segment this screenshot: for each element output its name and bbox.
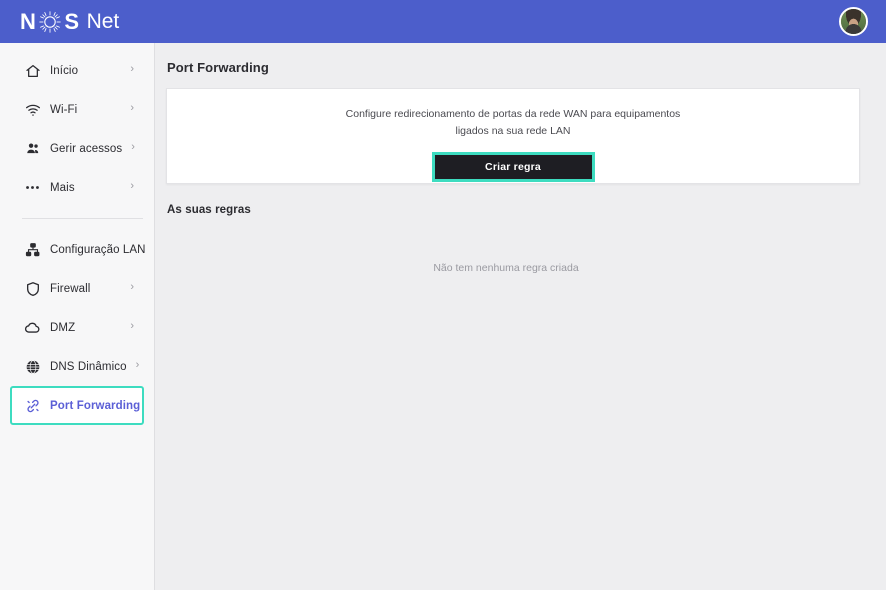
chevron-right-icon: › — [130, 63, 134, 75]
rules-section-title: As suas regras — [167, 204, 251, 216]
ellipsis-icon — [24, 179, 41, 196]
chevron-right-icon: › — [130, 102, 134, 114]
sidebar-item-label: DNS Dinâmico — [50, 360, 127, 373]
globe-icon — [24, 358, 41, 375]
sidebar-item-mais[interactable]: Mais › — [10, 168, 144, 207]
card-description: Configure redirecionamento de portas da … — [345, 108, 681, 138]
sidebar-item-gerir-acessos[interactable]: Gerir acessos › — [10, 129, 144, 168]
sidebar: Início › Wi-Fi › Gerir acessos › Mais › — [0, 43, 158, 590]
avatar-photo — [841, 9, 866, 34]
chevron-right-icon: › — [130, 320, 134, 332]
brand-suffix: Net — [86, 10, 120, 33]
rules-empty-state: Não tem nenhuma regra criada — [433, 262, 579, 274]
sidebar-item-label: Port Forwarding — [50, 399, 141, 412]
brand-logo[interactable]: N S Net — [20, 10, 119, 34]
cloud-icon — [24, 319, 41, 336]
sidebar-item-label: Gerir acessos — [50, 142, 123, 155]
sidebar-item-inicio[interactable]: Início › — [10, 51, 144, 90]
sidebar-divider — [22, 218, 143, 219]
sidebar-item-label: Firewall — [50, 282, 91, 295]
sidebar-group-network: Configuração LAN › Firewall › DMZ › DNS … — [0, 230, 158, 425]
top-header-bar: N S Net — [0, 0, 886, 43]
sidebar-item-dns-dinamico[interactable]: DNS Dinâmico › — [10, 347, 144, 386]
sidebar-item-label: DMZ — [50, 321, 76, 334]
sidebar-item-label: Wi-Fi — [50, 103, 78, 116]
brand-letter-s: S — [64, 8, 80, 34]
chevron-right-icon: › — [135, 359, 140, 371]
sidebar-item-label: Configuração LAN — [50, 243, 146, 256]
sitemap-icon — [24, 241, 41, 258]
sidebar-item-label: Início — [50, 64, 79, 77]
sidebar-group-primary: Início › Wi-Fi › Gerir acessos › Mais › — [0, 43, 154, 207]
main-content: Port Forwarding Configure redirecionamen… — [155, 43, 886, 590]
chevron-right-icon: › — [130, 180, 134, 192]
nos-sunburst-circle-icon — [38, 10, 62, 34]
shield-icon — [24, 280, 41, 297]
chevron-right-icon: › — [131, 141, 135, 153]
sidebar-item-wifi[interactable]: Wi-Fi › — [10, 90, 144, 129]
sidebar-item-configuracao-lan[interactable]: Configuração LAN › — [10, 230, 158, 269]
sidebar-item-firewall[interactable]: Firewall › — [10, 269, 144, 308]
sidebar-item-port-forwarding[interactable]: Port Forwarding — [10, 386, 144, 425]
criar-regra-button[interactable]: Criar regra — [431, 151, 595, 182]
port-forwarding-intro-card: Configure redirecionamento de portas da … — [166, 88, 860, 184]
home-icon — [24, 62, 41, 79]
chevron-right-icon: › — [130, 281, 134, 293]
wifi-icon — [24, 101, 41, 118]
link-chain-icon — [24, 397, 41, 414]
avatar[interactable] — [839, 7, 868, 36]
sidebar-item-dmz[interactable]: DMZ › — [10, 308, 144, 347]
brand-letter-n: N — [20, 8, 37, 34]
users-icon — [24, 140, 41, 157]
page-title: Port Forwarding — [167, 60, 269, 75]
sidebar-item-label: Mais — [50, 181, 75, 194]
card-action-row: Criar regra — [167, 151, 859, 182]
